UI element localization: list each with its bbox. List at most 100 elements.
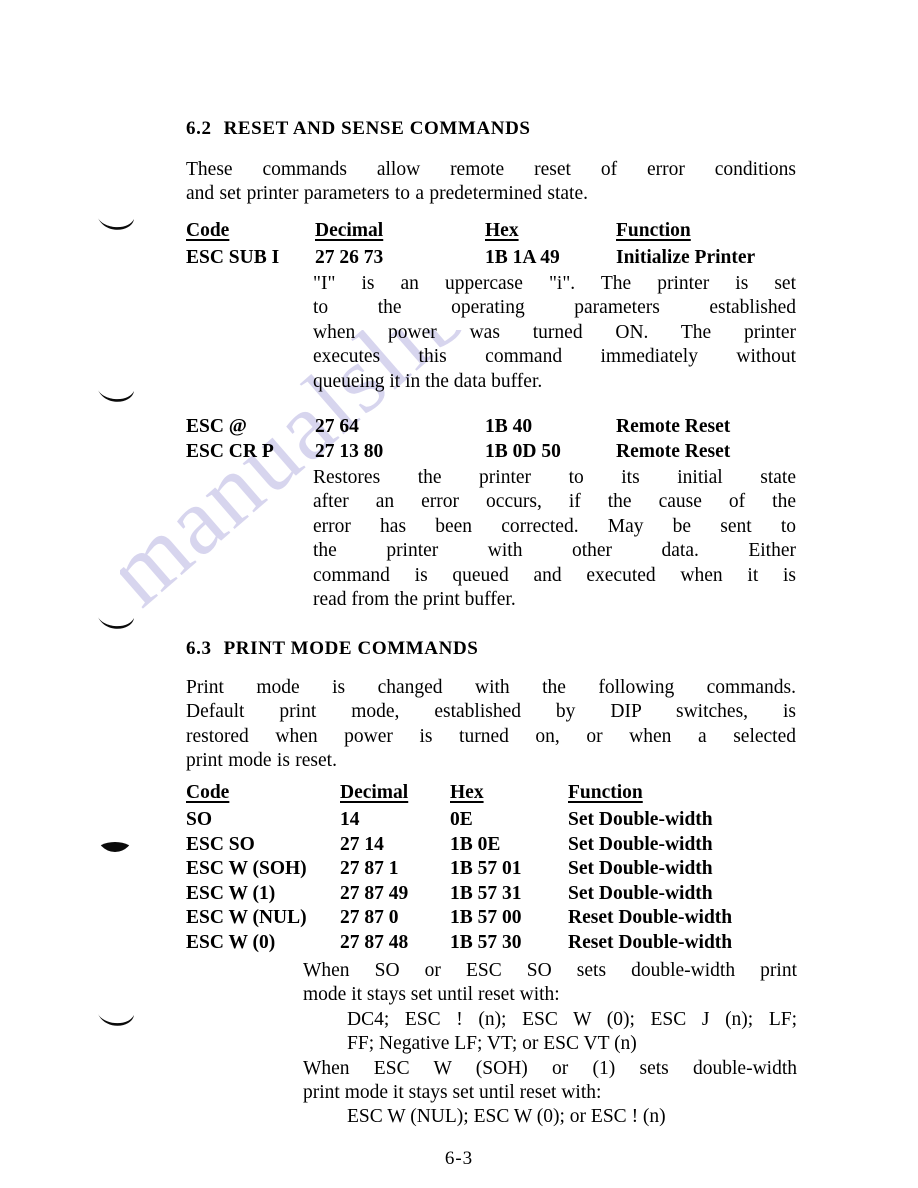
note-line: When ESC W (SOH) or (1) sets double-widt…	[303, 1057, 797, 1079]
cell-decimal: 27 87 48	[340, 931, 409, 953]
note-initialize-printer: "I" is an uppercase "i". The printer is …	[313, 272, 796, 394]
cell-decimal: 27 87 49	[340, 882, 409, 904]
paragraph-line: print mode is reset.	[186, 750, 337, 772]
column-header-hex: Hex	[450, 782, 484, 803]
cell-hex: 1B 57 30	[450, 931, 522, 953]
note-line: when power was turned ON. The printer	[313, 321, 796, 343]
column-header-decimal: Decimal	[340, 782, 409, 803]
cell-code: ESC W (1)	[186, 882, 276, 904]
cell-hex: 1B 57 00	[450, 907, 522, 928]
paragraph-line: and set printer parameters to a predeter…	[186, 183, 588, 205]
column-header-code: Code	[186, 220, 230, 241]
table-row: ESC CR P 27 13 80 1B 0D 50 Remote Reset	[0, 441, 918, 466]
command-table-print-mode: Code Decimal Hex Function SO 14 0E Set D…	[0, 782, 918, 956]
cell-function: Remote Reset	[616, 440, 731, 462]
section-number: 6.2	[186, 118, 212, 139]
note-line: command is queued and executed when it i…	[313, 564, 796, 586]
table-header-row: Code Decimal Hex Function	[0, 220, 918, 247]
crescent-blob-icon	[96, 1012, 136, 1034]
cell-hex: 1B 0D 50	[485, 440, 561, 462]
cell-decimal: 27 87 0	[340, 907, 399, 928]
cell-decimal: 27 64	[315, 416, 359, 437]
cell-hex: 0E	[450, 809, 473, 830]
cell-function: Set Double-width	[568, 858, 713, 879]
cell-code: ESC SO	[186, 833, 255, 855]
note-line: the printer with other data. Either	[313, 540, 796, 562]
column-header-function: Function	[616, 220, 691, 241]
cell-code: ESC CR P	[186, 440, 274, 462]
paragraph-print-mode-intro: Print mode is changed with the following…	[186, 676, 796, 774]
cell-code: ESC W (0)	[186, 931, 276, 953]
cell-function: Set Double-width	[568, 882, 713, 904]
cell-decimal: 27 14	[340, 833, 384, 855]
section-heading-reset-sense: 6.2 RESET AND SENSE COMMANDS	[186, 118, 531, 140]
note-line: ESC W (NUL); ESC W (0); or ESC ! (n)	[347, 1106, 666, 1128]
cell-decimal: 14	[340, 809, 360, 830]
cell-function: Reset Double-width	[568, 931, 733, 953]
note-line: Restores the printer to its initial stat…	[313, 467, 796, 488]
section-heading-print-mode: 6.3 PRINT MODE COMMANDS	[186, 638, 478, 660]
margin-artifact-mark	[96, 388, 136, 410]
cell-hex: 1B 1A 49	[485, 247, 560, 268]
note-line: mode it stays set until reset with:	[303, 984, 560, 1006]
note-line: queueing it in the data buffer.	[313, 370, 543, 392]
note-line: to the operating parameters established	[313, 297, 796, 319]
cell-code: SO	[186, 809, 213, 830]
cell-hex: 1B 57 01	[450, 858, 522, 879]
table-row: ESC W (0) 27 87 48 1B 57 30 Reset Double…	[0, 932, 918, 957]
note-line: print mode it stays set until reset with…	[303, 1082, 602, 1104]
paragraph-line: These commands allow remote reset of err…	[186, 159, 796, 180]
note-line: FF; Negative LF; VT; or ESC VT (n)	[347, 1033, 637, 1055]
note-line: read from the print buffer.	[313, 589, 516, 611]
cell-function: Reset Double-width	[568, 907, 733, 928]
cell-hex: 1B 40	[485, 416, 533, 437]
cell-code: ESC W (SOH)	[186, 858, 307, 879]
cell-function: Initialize Printer	[616, 247, 756, 268]
note-double-width-reset: When SO or ESC SO sets double-width prin…	[303, 959, 797, 1130]
cell-function: Remote Reset	[616, 416, 731, 437]
column-header-decimal: Decimal	[315, 220, 384, 241]
cell-function: Set Double-width	[568, 809, 713, 830]
margin-artifact-mark	[96, 1012, 136, 1034]
note-line: "I" is an uppercase "i". The printer is …	[313, 273, 796, 294]
column-header-function: Function	[568, 782, 643, 803]
paragraph-reset-sense-intro: These commands allow remote reset of err…	[186, 158, 796, 207]
table-row: ESC W (1) 27 87 49 1B 57 31 Set Double-w…	[0, 883, 918, 908]
table-row: SO 14 0E Set Double-width	[0, 809, 918, 834]
column-header-hex: Hex	[485, 220, 519, 241]
cell-decimal: 27 13 80	[315, 440, 384, 462]
note-line: after an error occurs, if the cause of t…	[313, 491, 796, 513]
cell-hex: 1B 57 31	[450, 882, 522, 904]
crescent-blob-icon	[96, 388, 136, 410]
section-title: PRINT MODE COMMANDS	[223, 638, 479, 659]
table-header-row: Code Decimal Hex Function	[0, 782, 918, 809]
table-row: ESC W (NUL) 27 87 0 1B 57 00 Reset Doubl…	[0, 907, 918, 932]
cell-code: ESC SUB I	[186, 247, 280, 268]
command-table-remote-reset: ESC @ 27 64 1B 40 Remote Reset ESC CR P …	[0, 416, 918, 465]
cell-code: ESC @	[186, 416, 247, 437]
note-line: When SO or ESC SO sets double-width prin…	[303, 960, 797, 981]
table-row: ESC @ 27 64 1B 40 Remote Reset	[0, 416, 918, 441]
table-row: ESC SO 27 14 1B 0E Set Double-width	[0, 834, 918, 859]
cell-decimal: 27 87 1	[340, 858, 399, 879]
cell-hex: 1B 0E	[450, 833, 501, 855]
command-table-reset-sense: Code Decimal Hex Function ESC SUB I 27 2…	[0, 220, 918, 272]
document-page: manualslib.com 6.2 RESET AND SENSE COMMAN…	[0, 0, 918, 1188]
note-line: DC4; ESC ! (n); ESC W (0); ESC J (n); LF…	[347, 1008, 797, 1030]
table-row: ESC W (SOH) 27 87 1 1B 57 01 Set Double-…	[0, 858, 918, 883]
paragraph-line: Default print mode, established by DIP s…	[186, 701, 796, 723]
margin-artifact-mark	[96, 615, 136, 637]
section-title: RESET AND SENSE COMMANDS	[223, 118, 531, 139]
paragraph-line: restored when power is turned on, or whe…	[186, 725, 796, 747]
section-number: 6.3	[186, 638, 212, 659]
cell-function: Set Double-width	[568, 833, 713, 855]
cell-decimal: 27 26 73	[315, 247, 384, 268]
cell-code: ESC W (NUL)	[186, 907, 307, 928]
paragraph-line: Print mode is changed with the following…	[186, 677, 796, 698]
crescent-blob-icon	[96, 615, 136, 637]
table-row: ESC SUB I 27 26 73 1B 1A 49 Initialize P…	[0, 247, 918, 272]
note-line: executes this command immediately withou…	[313, 346, 796, 368]
page-number: 6-3	[444, 1148, 474, 1169]
note-remote-reset: Restores the printer to its initial stat…	[313, 466, 796, 612]
note-line: error has been corrected. May be sent to	[313, 515, 796, 537]
